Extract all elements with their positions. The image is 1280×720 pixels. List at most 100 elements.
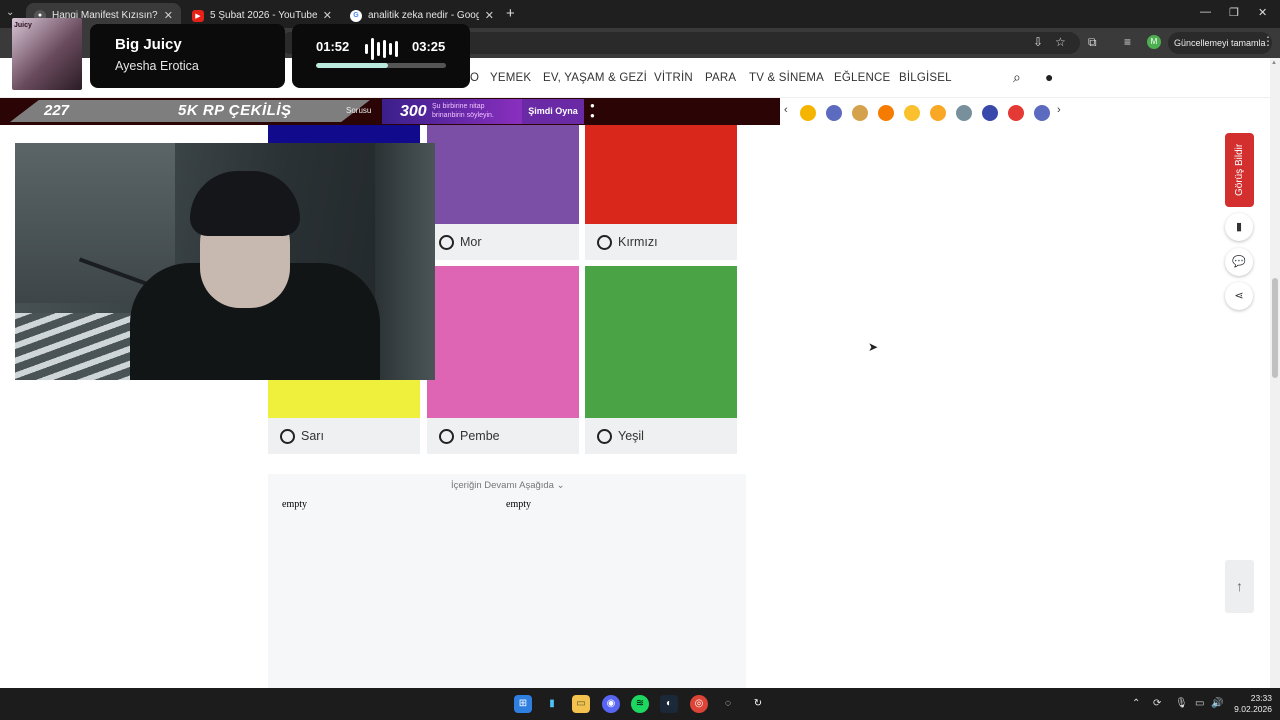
search-icon[interactable]: ⌕	[1013, 69, 1021, 86]
clock-time: 23:33	[1250, 693, 1272, 703]
start-menu-icon[interactable]: ⊞	[514, 695, 532, 713]
scroll-to-top-button[interactable]: ↑	[1225, 560, 1254, 613]
network-icon[interactable]: ▭	[1195, 698, 1204, 709]
user-icon[interactable]: ●	[1045, 69, 1053, 85]
tab-search-icon[interactable]: ⌄	[6, 7, 14, 18]
share-icon[interactable]: ⋖	[1225, 282, 1253, 310]
update-button[interactable]: Güncellemeyi tamamla	[1168, 32, 1272, 54]
close-window-button[interactable]: ✕	[1258, 6, 1267, 19]
empty-placeholder: empty	[506, 499, 531, 510]
close-tab-icon[interactable]: ✕	[323, 9, 332, 22]
nav-item-partial[interactable]: O	[470, 72, 479, 84]
nav-item-ev-yasam-gezi[interactable]: EV, YAŞAM & GEZİ	[543, 72, 647, 84]
scroll-up-icon[interactable]: ▲	[1271, 60, 1277, 66]
new-tab-button[interactable]: +	[506, 5, 515, 22]
radio-icon[interactable]	[597, 234, 612, 250]
color-swatch	[585, 266, 737, 418]
volume-icon[interactable]: 🔊	[1211, 698, 1223, 709]
option-label: Pembe	[460, 429, 500, 443]
quiz-option-top-left[interactable]	[268, 125, 420, 145]
play-now-button[interactable]: Şimdi Oyna	[522, 99, 584, 124]
reading-list-icon[interactable]: ≡	[1124, 35, 1131, 49]
radio-icon[interactable]	[439, 234, 454, 250]
app-icon[interactable]: ↻	[749, 695, 767, 713]
menu-icon[interactable]: ⋮	[1262, 34, 1274, 48]
option-label-row: Mor	[427, 224, 579, 260]
color-swatch	[427, 125, 579, 224]
reaction-icon[interactable]	[826, 105, 842, 121]
restore-button[interactable]: ❐	[1229, 6, 1239, 19]
ad-menu-icon[interactable]: ● ●	[590, 101, 595, 121]
windows-taskbar: ⊞ ▮ ▭ ◉ ≋ ◐ ◎ ◌ ↻ ⌃ ⟳ 🎙 ▭ 🔊 23:33 9.02.2…	[0, 688, 1280, 720]
nav-item-eglence[interactable]: EĞLENCE	[834, 72, 890, 84]
minimize-button[interactable]: —	[1200, 6, 1211, 18]
reaction-icon[interactable]	[800, 105, 816, 121]
chrome-icon[interactable]: ◎	[690, 695, 708, 713]
nav-item-yemek[interactable]: YEMEK	[490, 72, 531, 84]
close-tab-icon[interactable]: ✕	[485, 9, 494, 22]
feedback-button[interactable]: Görüş Bildir	[1225, 133, 1254, 207]
content-continues-link[interactable]: İçeriğin Devamı Aşağıda ⌄	[451, 480, 565, 491]
reaction-icon[interactable]	[1034, 105, 1050, 121]
reaction-prev-icon[interactable]: ‹	[784, 104, 788, 116]
bookmark-star-icon[interactable]: ☆	[1055, 35, 1066, 49]
reaction-next-icon[interactable]: ›	[1057, 104, 1061, 116]
app-icon[interactable]: ▮	[543, 695, 561, 713]
discord-icon[interactable]: ◉	[602, 695, 620, 713]
album-art-text: Juicy	[14, 22, 32, 29]
nav-item-vitrin[interactable]: VİTRİN	[654, 72, 693, 84]
extensions-icon[interactable]: ⧉	[1088, 35, 1097, 50]
empty-placeholder: empty	[282, 499, 307, 510]
app-icon[interactable]: ◌	[719, 695, 737, 713]
nav-item-bilgisel[interactable]: BİLGİSEL	[899, 72, 952, 84]
tray-chevron-icon[interactable]: ⌃	[1132, 698, 1140, 709]
bookmark-icon[interactable]: ▮	[1225, 213, 1253, 241]
reaction-icon[interactable]	[956, 105, 972, 121]
waveform-icon	[371, 38, 374, 60]
reaction-icon[interactable]	[1008, 105, 1024, 121]
ad-label: Sorusu	[346, 106, 372, 115]
ad-headline: 5K RP ÇEKİLİŞ	[178, 102, 292, 119]
page-scrollbar[interactable]	[1270, 58, 1280, 688]
microphone-icon[interactable]: 🎙	[1175, 698, 1188, 709]
scrollbar-thumb[interactable]	[1272, 278, 1278, 378]
install-app-icon[interactable]: ⇩	[1033, 35, 1043, 49]
quiz-option-mor[interactable]: Mor	[427, 125, 579, 260]
reaction-icon[interactable]	[852, 105, 868, 121]
reaction-icon[interactable]	[930, 105, 946, 121]
playback-time-card	[292, 24, 470, 88]
radio-icon[interactable]	[597, 428, 612, 444]
color-swatch	[268, 125, 420, 145]
youtube-icon: ▶	[192, 9, 204, 22]
radio-icon[interactable]	[439, 428, 454, 444]
profile-avatar[interactable]: M	[1147, 35, 1161, 49]
nav-item-tv-sinema[interactable]: TV & SİNEMA	[749, 72, 824, 84]
ad-number: 227	[44, 102, 70, 119]
tab-title: 5 Şubat 2026 - YouTube	[210, 10, 317, 21]
waveform-icon	[383, 40, 386, 58]
quiz-option-yesil[interactable]: Yeşil	[585, 266, 737, 454]
file-explorer-icon[interactable]: ▭	[572, 695, 590, 713]
reaction-icon[interactable]	[878, 105, 894, 121]
quiz-option-kirmizi[interactable]: Kırmızı	[585, 125, 737, 260]
reaction-icon[interactable]	[904, 105, 920, 121]
nav-item-para[interactable]: PARA	[705, 72, 736, 84]
clock-date: 9.02.2026	[1234, 704, 1272, 714]
quiz-option-pembe[interactable]: Pembe	[427, 266, 579, 454]
mouse-cursor-icon: ➤	[868, 340, 879, 354]
option-label: Sarı	[301, 429, 324, 443]
reaction-icon[interactable]	[982, 105, 998, 121]
content-heading: İçeriğin Devamı Aşağıda	[451, 480, 554, 491]
sync-icon[interactable]: ⟳	[1153, 698, 1161, 709]
chevron-down-icon: ⌄	[556, 480, 565, 491]
radio-icon[interactable]	[280, 428, 295, 444]
spotify-icon[interactable]: ≋	[631, 695, 649, 713]
steam-icon[interactable]: ◐	[660, 695, 678, 713]
close-tab-icon[interactable]: ✕	[164, 9, 173, 22]
system-clock[interactable]: 23:33 9.02.2026	[1232, 693, 1272, 715]
playback-progress-fill	[316, 63, 388, 68]
current-time: 01:52	[316, 39, 350, 54]
comments-icon[interactable]: 💬	[1225, 248, 1253, 276]
option-label: Kırmızı	[618, 235, 658, 249]
ad-small-line-1: Şu birbirine nitap	[432, 103, 485, 110]
